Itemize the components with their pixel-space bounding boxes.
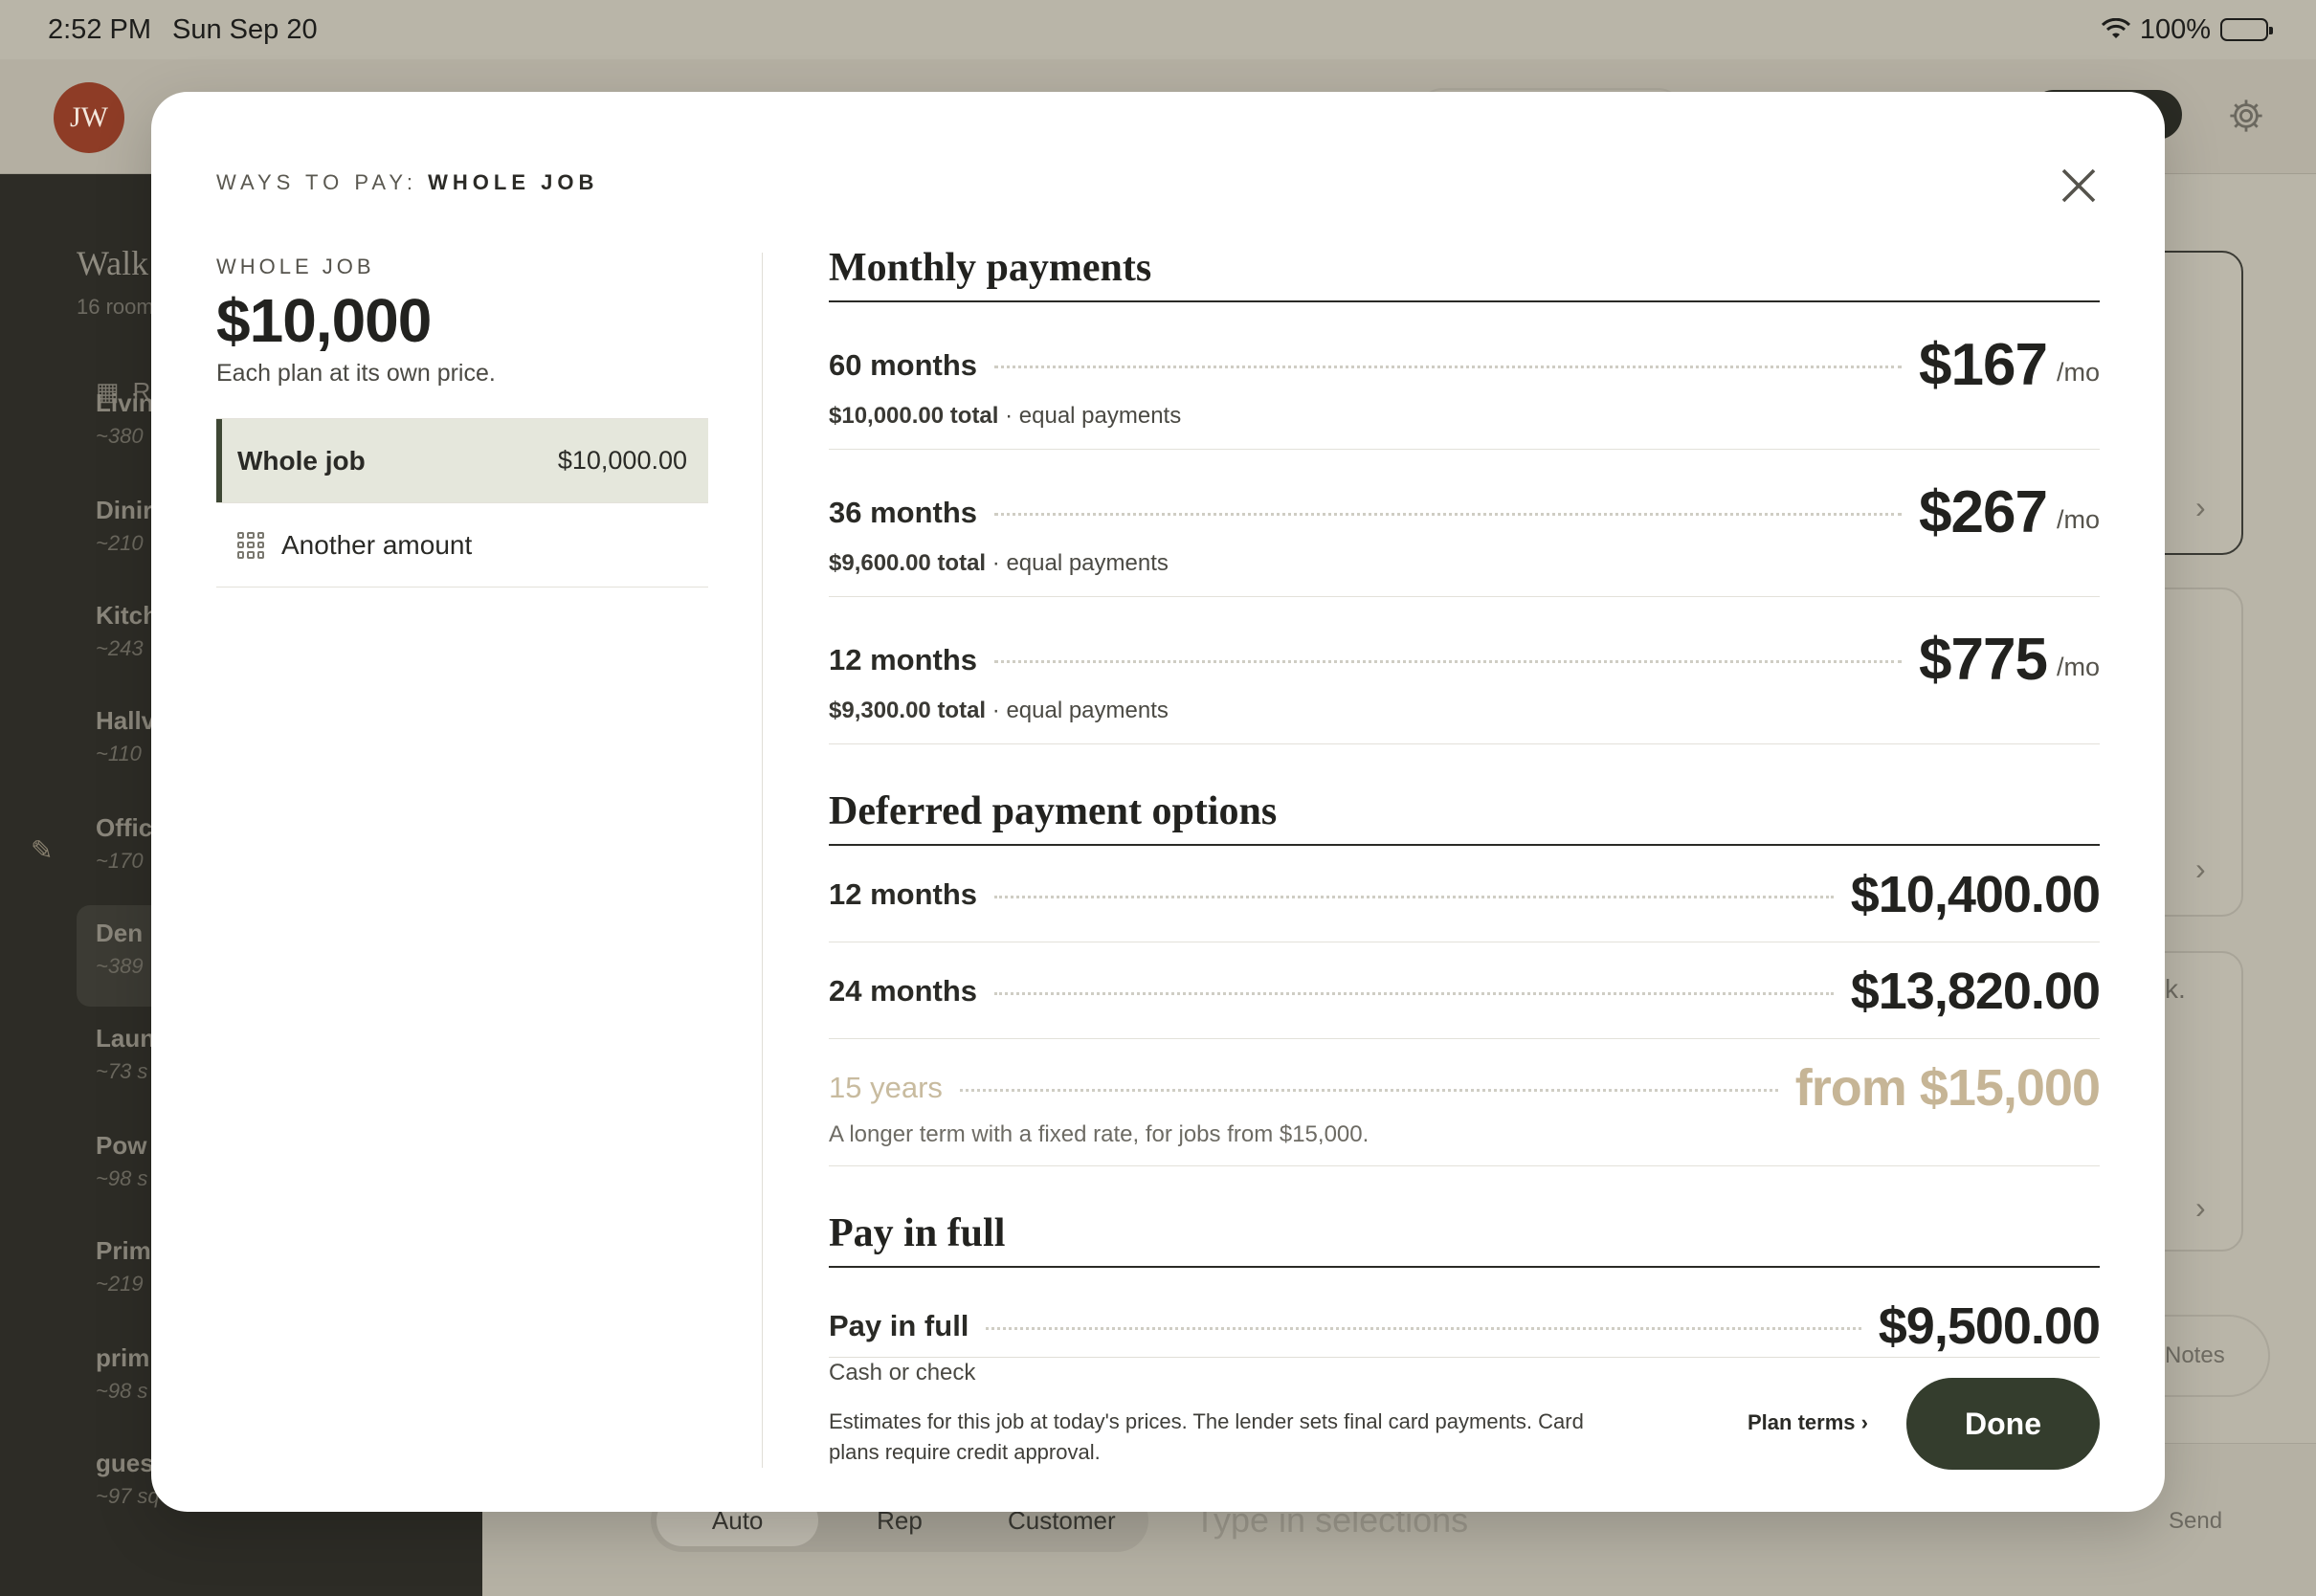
chevron-right-icon[interactable]: › <box>2195 1190 2206 1226</box>
keypad-icon <box>237 531 264 559</box>
plan-term: 36 months <box>829 495 978 529</box>
status-bar: 2:52 PM Sun Sep 20 100% <box>0 0 2316 59</box>
pencil-icon[interactable]: ✎ <box>31 834 53 866</box>
footer-divider <box>829 1357 2100 1358</box>
leader-dots <box>959 1088 1778 1092</box>
plan-note: Cash or check <box>829 1360 976 1385</box>
monthly-plan-row[interactable]: 12 months $775/mo $9,300.00 total · equal … <box>829 597 2100 744</box>
leader-dots <box>994 991 1834 995</box>
leader-dots <box>994 366 1903 368</box>
column-divider <box>762 253 763 1468</box>
leader-dots <box>994 895 1834 898</box>
option-another-amount[interactable]: Another amount <box>216 503 708 587</box>
amount-panel: WHOLE JOB $10,000 Each plan at its own p… <box>216 255 708 587</box>
battery-icon <box>2220 18 2273 41</box>
plan-term: 12 months <box>829 877 978 911</box>
estimate-disclaimer: Estimates for this job at today's prices… <box>829 1409 1584 1464</box>
section-title-deferred: Deferred payment options <box>829 788 2100 846</box>
gear-icon[interactable] <box>2226 96 2266 136</box>
leader-dots <box>994 513 1903 516</box>
close-icon[interactable] <box>2056 163 2102 209</box>
plan-unit: /mo <box>2056 505 2100 534</box>
option-name: Whole job <box>237 445 366 476</box>
plan-total: $9,600.00 total <box>829 550 987 576</box>
plan-price: $267 <box>1919 479 2048 545</box>
avatar[interactable]: JW <box>54 82 124 153</box>
pay-in-full-row[interactable]: Pay in full $9,500.00 Cash or check <box>829 1268 2101 1406</box>
wifi-icon <box>2101 18 2130 38</box>
section-title-monthly: Monthly payments <box>829 245 2100 302</box>
modal-header-prefix: WAYS TO PAY: <box>216 170 417 194</box>
plan-term: 24 months <box>829 974 978 1008</box>
send-button[interactable]: Send <box>2169 1508 2222 1535</box>
plan-term: 15 years <box>829 1071 943 1104</box>
plan-term: 12 months <box>829 642 978 676</box>
plan-note: · equal payments <box>986 550 1169 576</box>
sidebar-subtitle: 16 room <box>77 295 154 319</box>
modal-header-scope: WHOLE JOB <box>428 170 599 194</box>
section-title-pay-in-full: Pay in full <box>829 1210 2100 1268</box>
leader-dots <box>986 1326 1861 1330</box>
plan-term: 60 months <box>829 347 978 382</box>
plan-details: $9,600.00 total · equal payments <box>829 550 2100 577</box>
sidebar-title: Walk <box>77 244 149 282</box>
plan-unit: /mo <box>2056 358 2100 387</box>
notes-label: Notes <box>2165 1342 2225 1368</box>
leader-dots <box>994 660 1903 663</box>
plan-details: $10,000.00 total · equal payments <box>829 403 2100 430</box>
chevron-right-icon[interactable]: › <box>2195 490 2206 525</box>
plan-total: $9,300.00 total <box>829 698 987 723</box>
plan-term: Pay in full <box>829 1309 969 1342</box>
deferred-plan-row[interactable]: 12 months $10,400.00 <box>829 846 2101 942</box>
amount-label: WHOLE JOB <box>216 255 375 278</box>
done-button[interactable]: Done <box>1906 1378 2100 1470</box>
monthly-plan-row[interactable]: 36 months $267/mo $9,600.00 total · equal … <box>829 450 2100 597</box>
status-time: 2:52 PM <box>48 13 151 45</box>
plan-details: $9,300.00 total · equal payments <box>829 698 2100 724</box>
plan-price: $775 <box>1919 627 2048 693</box>
amount-description: Each plan at its own price. <box>216 360 496 387</box>
plan-note: · equal payments <box>986 698 1169 723</box>
deferred-plan-row[interactable]: 24 months $13,820.00 <box>829 942 2101 1039</box>
option-value: $10,000.00 <box>557 446 687 475</box>
plan-note: · equal payments <box>998 403 1182 429</box>
option-whole-job[interactable]: Whole job $10,000.00 <box>216 419 708 503</box>
plan-price: $167 <box>1919 332 2048 398</box>
amount-options: Whole job $10,000.00 Another amount <box>216 418 708 587</box>
status-date: Sun Sep 20 <box>172 13 318 45</box>
plan-total: $10,000.00 total <box>829 403 999 429</box>
ways-to-pay-modal: WAYS TO PAY: WHOLE JOB WHOLE JOB $10,000… <box>151 92 2165 1512</box>
plan-price: $13,820.00 <box>1850 963 2101 1020</box>
job-amount: $10,000 <box>216 286 432 355</box>
plan-price: $10,400.00 <box>1850 866 2101 923</box>
monthly-plan-row[interactable]: 60 months $167/mo $10,000.00 total · equal… <box>829 302 2100 450</box>
plan-unit: /mo <box>2056 653 2100 681</box>
plan-price: $9,500.00 <box>1878 1297 2101 1355</box>
plan-terms-link[interactable]: Plan terms › <box>1748 1410 1868 1435</box>
chevron-right-icon[interactable]: › <box>2195 852 2206 887</box>
battery-percent: 100% <box>2139 13 2211 45</box>
option-name: Another amount <box>281 529 473 560</box>
payment-options: Monthly payments 60 months $167/mo $10,000… <box>829 245 2101 1406</box>
deferred-plan-row-long-term[interactable]: 15 years from $15,000 A longer term with… <box>829 1039 2101 1166</box>
plan-note: A longer term with a fixed rate, for job… <box>829 1121 1370 1147</box>
plan-price: from $15,000 <box>1794 1059 2101 1117</box>
card-partial-text: k. <box>2165 974 2186 1004</box>
modal-header: WAYS TO PAY: WHOLE JOB <box>216 170 598 195</box>
